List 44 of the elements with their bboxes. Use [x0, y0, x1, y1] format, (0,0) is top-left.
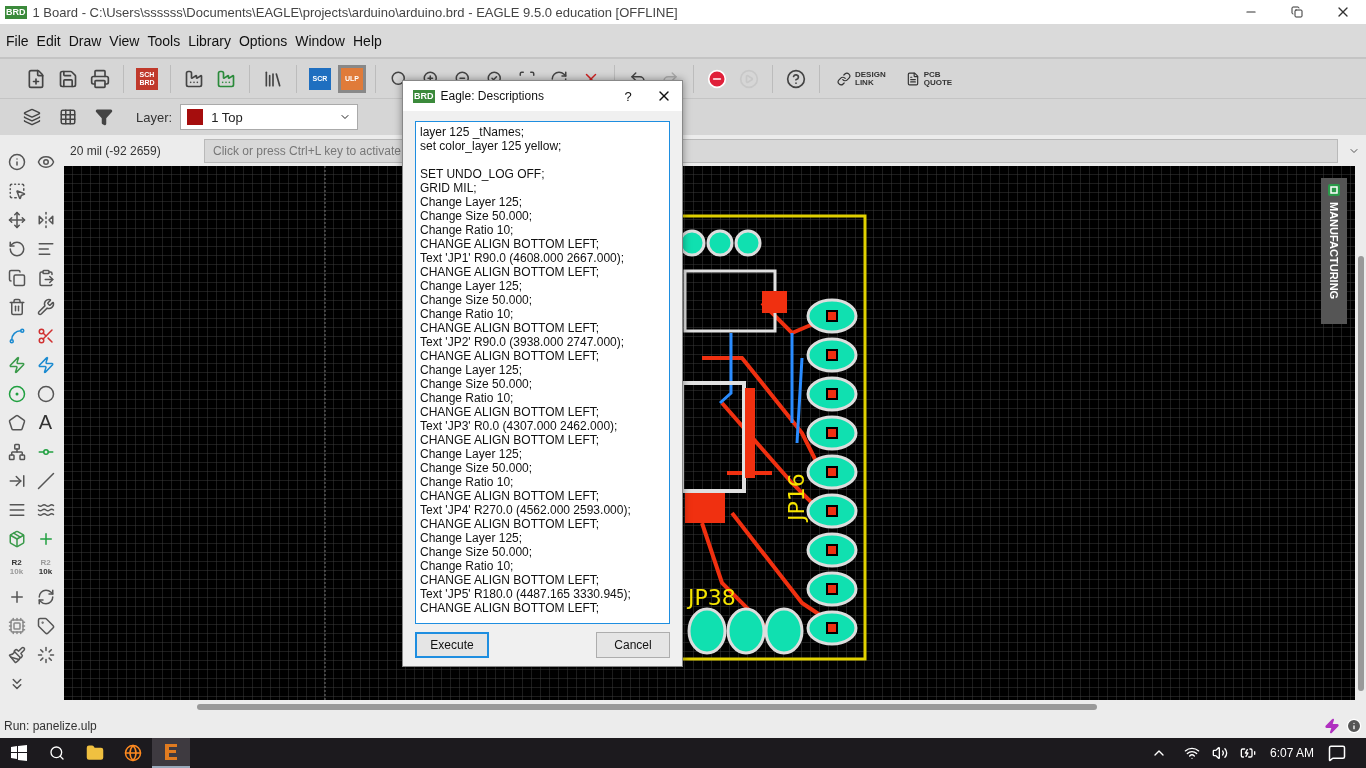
scrollbar-thumb[interactable]: [197, 704, 1097, 710]
menu-item[interactable]: Help: [349, 32, 386, 49]
layer-label: Layer:: [136, 109, 173, 125]
menu-item[interactable]: Library: [184, 32, 235, 49]
eagle-app-icon[interactable]: [152, 738, 190, 768]
layer-dropdown[interactable]: 1 Top: [180, 104, 359, 130]
volume-icon[interactable]: [1211, 745, 1228, 761]
lightning-icon[interactable]: [1324, 718, 1340, 734]
menu-item[interactable]: View: [105, 32, 144, 49]
script-field[interactable]: layer 125 _tNames; set color_layer 125 yellow; SET UNDO_LOG OFF; GRID MIL; Change Layer 125; Change Size 50.000; Change Ratio 10; CHANGE ALIGN BOTTOM LEFT; Text 'JP1' R90.0 (4608.000 2667.000); CHANGE ALIGN BOTTOM LEFT; Change Layer 125; Change Size 50.000; Change Ratio 10; CHANGE ALIGN BOTTOM LEFT; Text 'JP2' R90.0 (3938.000 2747.000); CHANGE ALIGN BOTTOM LEFT; Change Layer 125; Change Size 50.000; Change Ratio 10; CHANGE ALIGN BOTTOM LEFT; Text 'JP3' R0.0 (4307.000 2462.000); CHANGE ALIGN BOTTOM LEFT; Change Layer 125; Change Size 50.000; Change Ratio 10; CHANGE ALIGN BOTTOM LEFT; Text 'JP4' R270.0 (4562.000 2593.000); CHANGE ALIGN BOTTOM LEFT; Change Layer 125; Change Size 50.000; Change Ratio 10; CHANGE ALIGN BOTTOM LEFT; Text 'JP5' R180.0 (4487.165 3330.945); CHANGE ALIGN BOTTOM LEFT;: [415, 121, 670, 624]
tab-icon: [1328, 184, 1340, 196]
dialog-icon: BRD: [413, 89, 435, 103]
restore-icon[interactable]: [1291, 6, 1303, 18]
text-tool[interactable]: A: [32, 409, 59, 436]
notification-icon[interactable]: [1328, 744, 1346, 762]
menu-item[interactable]: Draw: [64, 32, 106, 49]
app-icon: BRD: [5, 5, 27, 19]
battery-icon[interactable]: [1239, 745, 1256, 761]
execute-button[interactable]: Execute: [415, 632, 489, 658]
menu-item[interactable]: File: [2, 32, 33, 49]
pcb-label: JP38: [688, 585, 736, 610]
menu-item[interactable]: Window: [291, 32, 349, 49]
value-tool[interactable]: R2 10k: [32, 554, 59, 581]
info-icon[interactable]: [1346, 718, 1362, 734]
document-icon: [905, 71, 920, 86]
scrollbar-thumb[interactable]: [1357, 256, 1364, 691]
window-title: 1 Board - C:\Users\ssssss\Documents\EAGLE\projects\arduino\arduino.brd - EAGLE 9.5.0 education [OFFLINE]: [32, 4, 679, 20]
wifi-icon[interactable]: [1183, 745, 1200, 761]
dialog-title: Eagle: Descriptions: [440, 89, 545, 103]
design-link-button[interactable]: DESIGN LINK: [829, 70, 894, 87]
menu-item[interactable]: Options: [234, 32, 292, 49]
clock[interactable]: 6:07 AM: [1269, 746, 1314, 760]
pcb-quote-button[interactable]: PCB QUOTE: [897, 70, 961, 87]
link-icon: [837, 71, 851, 86]
status-text: Run: panelize.ulp: [4, 719, 98, 733]
help-button[interactable]: ?: [610, 82, 646, 110]
pcb-label: JP16: [784, 473, 809, 521]
name-tool[interactable]: R2 10k: [3, 554, 30, 581]
menu-item[interactable]: Tools: [143, 32, 185, 49]
coordinates: 20 mil (-92 2659): [70, 143, 162, 158]
windows-logo-icon[interactable]: [11, 745, 27, 761]
manufacturing-tab[interactable]: MANUFACTURING: [1321, 178, 1347, 324]
cancel-button[interactable]: Cancel: [596, 632, 670, 658]
menu-item[interactable]: Edit: [32, 32, 65, 49]
